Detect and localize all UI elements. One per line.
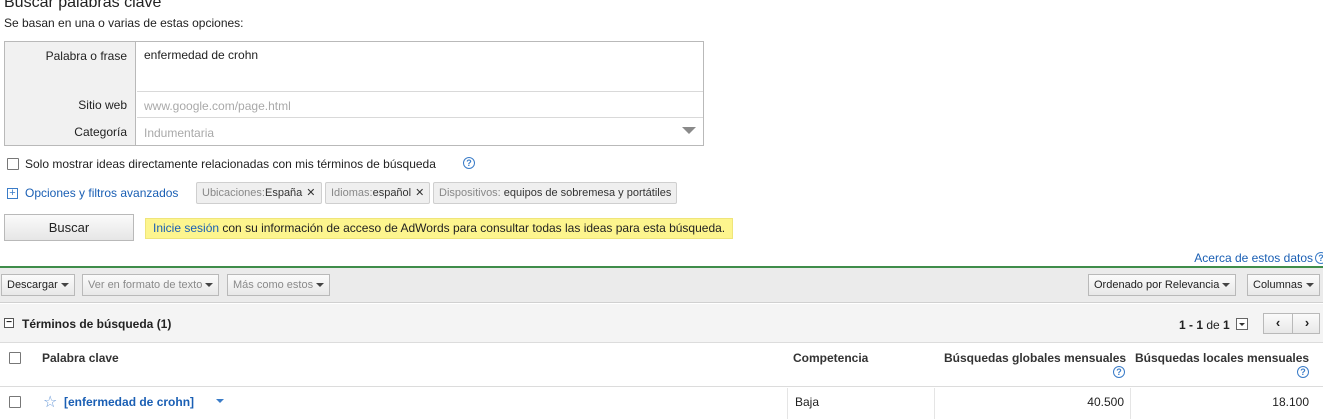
pager-text: 1 - 1 de 1 [1179, 318, 1230, 332]
search-form: Palabra o frase Sitio web Categoría enfe… [4, 41, 704, 146]
category-select[interactable]: Indumentaria [137, 118, 703, 145]
more-like-button[interactable]: Más como estos [227, 274, 331, 296]
website-field-placeholder[interactable]: www.google.com/page.html [144, 99, 291, 113]
column-header-global-searches[interactable]: Búsquedas globales mensuales [944, 351, 1126, 365]
text-format-button-label: Ver en formato de texto [88, 279, 203, 291]
remove-x-icon[interactable]: ✕ [306, 187, 315, 199]
columns-button-label: Columnas [1253, 279, 1303, 291]
filter-chip-key: Ubicaciones: [202, 187, 265, 199]
page-title: Buscar palabras clave [4, 0, 162, 11]
website-field[interactable]: www.google.com/page.html [137, 92, 703, 118]
collapse-minus-icon[interactable]: − [4, 318, 14, 328]
sign-in-notice-text: con su información de acceso de AdWords … [219, 221, 726, 235]
sign-in-link[interactable]: Inicie sesión [153, 221, 219, 235]
columns-button[interactable]: Columnas [1247, 274, 1320, 296]
sign-in-notice: Inicie sesión con su información de acce… [145, 218, 734, 239]
next-page-icon[interactable]: › [1293, 314, 1321, 333]
cell-divider [934, 388, 935, 419]
row-checkbox[interactable] [9, 396, 21, 408]
column-header-keyword[interactable]: Palabra clave [42, 351, 119, 365]
related-only-label: Solo mostrar ideas directamente relacion… [25, 157, 436, 171]
page-subtitle: Se basan en una o varias de estas opcion… [4, 16, 244, 30]
pager-dropdown-icon[interactable] [1236, 318, 1248, 330]
pager-of: de [1203, 318, 1224, 332]
caret-down-icon [1305, 283, 1314, 287]
advanced-options-link[interactable]: Opciones y filtros avanzados [25, 186, 178, 200]
related-only-checkbox[interactable] [7, 158, 19, 170]
filter-chip-value: España [264, 187, 303, 199]
filter-chip-value: equipos de sobremesa y portátiles [500, 187, 672, 199]
row-global-searches: 40.500 [1087, 395, 1124, 409]
chevron-down-icon[interactable] [682, 127, 696, 134]
keyword-label: Palabra o frase [45, 49, 127, 63]
results-toolbar: Descargar Ver en formato de texto Más co… [0, 268, 1323, 303]
column-header-competition[interactable]: Competencia [793, 351, 868, 365]
form-labels-column: Palabra o frase Sitio web Categoría [5, 42, 136, 145]
row-local-searches: 18.100 [1272, 395, 1309, 409]
row-competition: Baja [795, 395, 820, 409]
category-label: Categoría [74, 125, 127, 139]
about-data-link[interactable]: Acerca de estos datos [1194, 251, 1313, 265]
download-button-label: Descargar [7, 279, 58, 291]
caret-down-icon[interactable] [216, 399, 224, 403]
text-format-button[interactable]: Ver en formato de texto [82, 274, 220, 296]
select-all-checkbox[interactable] [9, 352, 21, 364]
help-icon[interactable]: ? [1315, 252, 1323, 264]
table-header: Palabra clave Competencia Búsquedas glob… [0, 344, 1323, 387]
help-icon[interactable]: ? [463, 157, 475, 169]
caret-down-icon [60, 283, 69, 287]
previous-page-icon[interactable]: ‹ [1264, 314, 1292, 333]
caret-down-icon [205, 283, 214, 287]
section-title: Términos de búsqueda (1) [22, 317, 172, 331]
pager-range: 1 - 1 [1179, 318, 1204, 332]
sort-button-label: Ordenado por Relevancia [1094, 279, 1220, 291]
table-row: Baja 40.500 18.100 [0, 388, 1323, 419]
cell-divider [1130, 388, 1131, 419]
help-icon[interactable]: ? [1113, 366, 1125, 378]
filter-chip-languages: Idiomas:español ✕ [325, 182, 431, 204]
caret-down-icon [316, 283, 325, 287]
pager-buttons: ‹ › [1263, 313, 1320, 334]
filter-chip-value: español [372, 187, 412, 199]
download-button[interactable]: Descargar [1, 274, 75, 296]
search-terms-section: − Términos de búsqueda (1) 1 - 1 de 1 ‹ … [0, 304, 1323, 343]
pager-total: 1 [1223, 318, 1230, 332]
star-icon[interactable]: ☆ [43, 392, 57, 412]
filter-chip-key: Dispositivos: [439, 187, 501, 199]
filter-chip-locations: Ubicaciones:España ✕ [196, 182, 322, 204]
filter-chip-devices[interactable]: Dispositivos: equipos de sobremesa y por… [433, 182, 678, 204]
column-header-local-searches[interactable]: Búsquedas locales mensuales [1135, 351, 1309, 365]
expand-plus-icon[interactable]: + [7, 188, 18, 199]
website-label: Sitio web [78, 98, 127, 112]
keyword-field-value[interactable]: enfermedad de crohn [144, 48, 258, 62]
row-keyword-link[interactable]: [enfermedad de crohn] [64, 395, 194, 409]
filter-chip-key: Idiomas: [331, 187, 373, 199]
cell-divider [787, 388, 788, 419]
keyword-field[interactable]: enfermedad de crohn [137, 42, 703, 92]
remove-x-icon[interactable]: ✕ [415, 187, 424, 199]
more-like-button-label: Más como estos [233, 279, 314, 291]
sort-button[interactable]: Ordenado por Relevancia [1088, 274, 1237, 296]
caret-down-icon [1222, 283, 1231, 287]
search-button[interactable]: Buscar [4, 214, 134, 241]
category-select-placeholder[interactable]: Indumentaria [144, 126, 214, 140]
help-icon[interactable]: ? [1297, 366, 1309, 378]
